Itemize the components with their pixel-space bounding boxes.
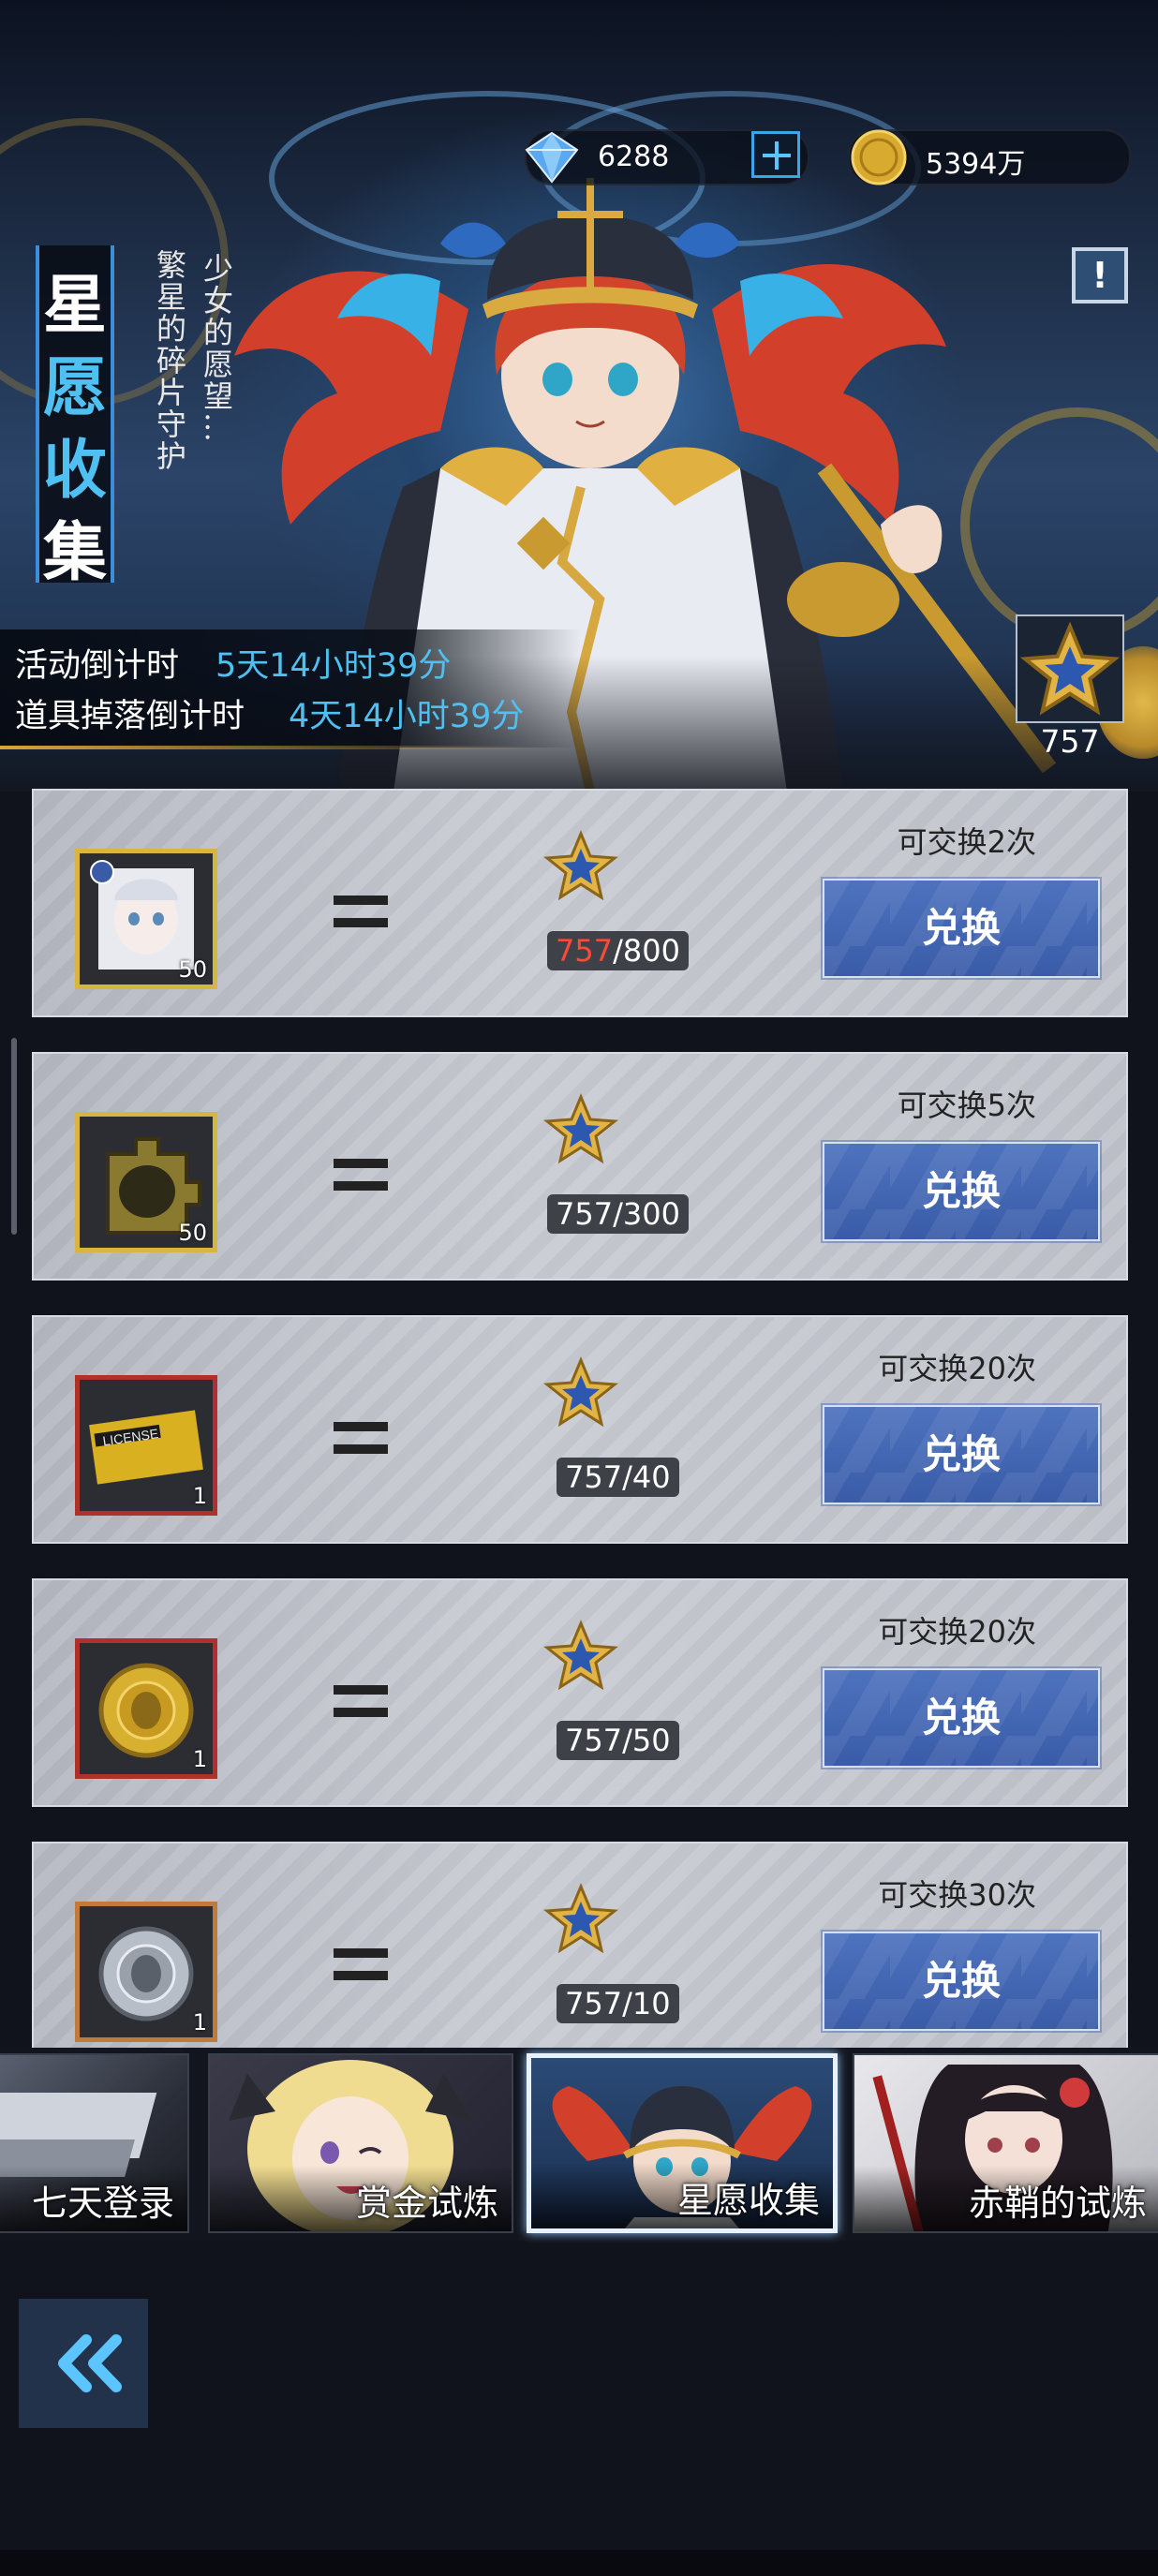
exchange-limit: 可交换2次	[897, 824, 1036, 860]
exchange-row: LICENSE 1 757/40 可交换20次兑换	[32, 1315, 1128, 1544]
star-token-icon	[543, 1883, 618, 1954]
reward-item-gold-medal[interactable]: 1	[75, 1638, 217, 1779]
cost-current: 757	[556, 1196, 614, 1232]
event-countdown-label: 活动倒计时	[15, 647, 180, 685]
star-token-icon	[543, 1620, 618, 1691]
cost-indicator: 757/800	[547, 931, 689, 970]
cost-required: /10	[622, 1986, 671, 2021]
tab-bounty-trial[interactable]: 赏金试炼	[208, 2053, 513, 2233]
tab-label: 赏金试炼	[355, 2183, 498, 2224]
double-chevron-left-icon	[58, 2334, 122, 2392]
equals-icon	[334, 1159, 390, 1192]
event-subtitle-2: 繁星的碎片守护	[152, 249, 187, 472]
exchange-button[interactable]: 兑换	[821, 1930, 1102, 2033]
item-quantity: 50	[178, 956, 207, 983]
reward-item-character-fragment[interactable]: 50	[75, 849, 217, 989]
scrollbar[interactable]	[11, 1038, 17, 1235]
star-token-icon	[543, 830, 618, 901]
tab-crimson-sheath-trial[interactable]: 赤鞘的试炼	[853, 2053, 1158, 2233]
cost-required: /800	[613, 933, 680, 969]
reward-item-license-card[interactable]: LICENSE 1	[75, 1375, 217, 1516]
exchange-button[interactable]: 兑换	[821, 1140, 1102, 1243]
cost-current: 757	[565, 1723, 623, 1758]
exchange-row: 1 757/50 可交换20次兑换	[32, 1578, 1128, 1807]
tab-seven-day-login[interactable]: 七天登录	[0, 2053, 189, 2233]
exchange-limit: 可交换5次	[897, 1088, 1036, 1123]
exchange-button[interactable]: 兑换	[821, 877, 1102, 980]
item-quantity: 1	[192, 1483, 207, 1509]
cost-indicator: 757/50	[557, 1721, 679, 1760]
item-quantity: 50	[178, 1220, 207, 1246]
drop-countdown-label: 道具掉落倒计时	[15, 698, 245, 735]
exchange-row: 1 757/10 可交换30次兑换	[32, 1842, 1128, 2070]
tab-star-wish-collection[interactable]: 星愿收集	[527, 2053, 838, 2233]
item-quantity: 1	[192, 2009, 207, 2036]
star-token-count: 757	[1040, 723, 1100, 760]
title-char: 集	[42, 515, 107, 590]
gem-amount: 6288	[598, 141, 670, 173]
add-gems-button[interactable]	[751, 131, 800, 178]
cost-required: /50	[622, 1723, 671, 1758]
system-bottom-bar	[0, 2550, 1158, 2576]
exchange-limit: 可交换20次	[878, 1614, 1036, 1650]
cost-indicator: 757/300	[547, 1194, 689, 1234]
title-char: 星	[42, 268, 107, 343]
event-countdown-value: 5天14小时39分	[215, 647, 452, 685]
equals-icon	[334, 1685, 390, 1719]
tab-label: 赤鞘的试炼	[968, 2183, 1147, 2224]
gold-coin-icon	[851, 129, 907, 185]
equals-icon	[334, 1948, 390, 1982]
countdown-divider	[0, 746, 543, 749]
exchange-button[interactable]: 兑换	[821, 1403, 1102, 1506]
cost-indicator: 757/40	[557, 1458, 679, 1497]
cost-current: 757	[565, 1459, 623, 1495]
reward-item-gold-fragment[interactable]: 50	[75, 1112, 217, 1252]
star-token-icon	[543, 1356, 618, 1428]
equals-icon	[334, 1422, 390, 1456]
info-button[interactable]: !	[1072, 247, 1128, 303]
event-subtitle-1: 少女的愿望…	[199, 253, 234, 444]
exchange-button[interactable]: 兑换	[821, 1666, 1102, 1769]
exchange-limit: 可交换30次	[878, 1877, 1036, 1913]
tab-label: 星愿收集	[676, 2180, 820, 2221]
cost-required: /300	[613, 1196, 680, 1232]
exchange-row: 50 757/800 可交换2次兑换	[32, 789, 1128, 1017]
cost-current: 757	[556, 933, 614, 969]
tab-label: 七天登录	[31, 2183, 174, 2224]
star-token-slot[interactable]	[1016, 614, 1124, 723]
star-token-icon	[543, 1093, 618, 1164]
title-char: 收	[42, 433, 107, 508]
item-quantity: 1	[192, 1746, 207, 1772]
back-button[interactable]	[19, 2299, 148, 2428]
exchange-limit: 可交换20次	[878, 1351, 1036, 1386]
cost-required: /40	[622, 1459, 671, 1495]
diamond-icon	[525, 131, 579, 184]
cost-current: 757	[565, 1986, 623, 2021]
drop-countdown-value: 4天14小时39分	[289, 698, 525, 735]
equals-icon	[334, 896, 390, 929]
exchange-row: 50 757/300 可交换5次兑换	[32, 1052, 1128, 1281]
reward-item-silver-medal[interactable]: 1	[75, 1902, 217, 2042]
title-char: 愿	[42, 350, 107, 425]
coin-amount: 5394万	[926, 148, 1026, 181]
cost-indicator: 757/10	[557, 1984, 679, 2023]
exclamation-icon: !	[1091, 255, 1108, 296]
star-token-icon	[1019, 621, 1121, 716]
